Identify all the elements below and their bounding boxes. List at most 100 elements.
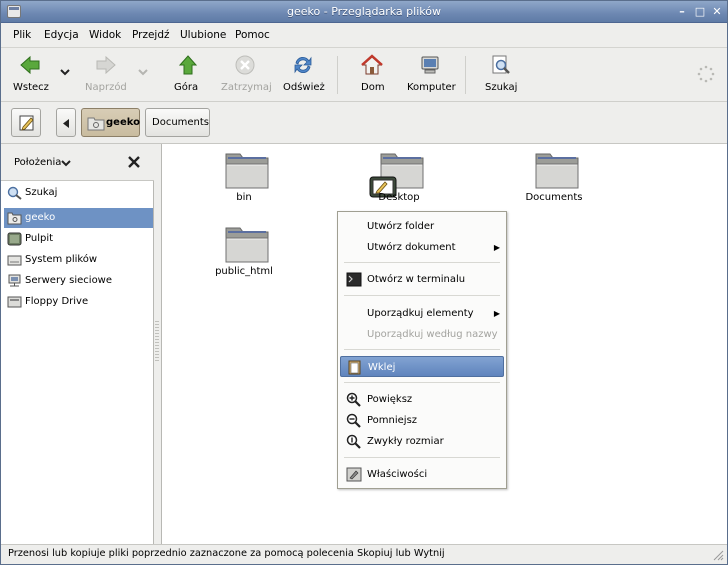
path-scroll-left-button[interactable] [56, 108, 76, 137]
path-crumb-documents[interactable]: Documents [145, 108, 210, 137]
folder-icon [535, 153, 579, 189]
edit-location-icon [19, 115, 34, 131]
stop-icon [235, 55, 255, 75]
search-icon [7, 186, 22, 200]
computer-label: Komputer [407, 82, 456, 93]
throbber-icon [697, 65, 715, 83]
floppy-icon [7, 296, 22, 308]
menu-separator [344, 382, 500, 383]
network-icon [8, 274, 21, 287]
chevron-down-icon[interactable] [61, 160, 71, 167]
sidebar-item-label: geeko [25, 212, 56, 223]
search-label: Szukaj [485, 82, 518, 93]
path-crumb-geeko[interactable]: geeko [81, 108, 140, 137]
toggle-location-entry-button[interactable] [11, 108, 41, 137]
menu-item-label: Zwykły rozmiar [367, 436, 444, 447]
menu-item-properties[interactable]: Właściwości [340, 464, 504, 485]
menu-item-label: Uporządkuj według nazwy [367, 329, 498, 340]
drive-icon [7, 255, 22, 266]
menu-item-label: Utwórz folder [367, 221, 435, 232]
menu-separator [344, 295, 500, 296]
menu-item-arrange-by-name[interactable]: Uporządkuj według nazwy [340, 324, 504, 345]
menu-item-label: Powiększ [367, 394, 413, 405]
menu-widok[interactable]: Widok [89, 29, 121, 41]
minimize-button[interactable]: – [675, 5, 689, 19]
zoom-in-icon [346, 392, 361, 407]
properties-icon [346, 467, 362, 482]
menu-bar: Plik Edycja Widok Przejdź Ulubione Pomoc [1, 23, 727, 48]
file-item-bin[interactable]: bin [194, 144, 294, 214]
file-name: Desktop [378, 192, 420, 203]
sidebar-item-desktop[interactable]: Pulpit [4, 229, 153, 249]
menu-edycja[interactable]: Edycja [44, 29, 79, 41]
maximize-button[interactable]: □ [693, 5, 707, 19]
menu-item-label: Wklej [368, 362, 396, 373]
file-item-documents[interactable]: Documents [504, 144, 604, 214]
title-bar[interactable]: geeko - Przeglądarka plików – □ ✕ [1, 1, 727, 23]
sidebar-item-label: Floppy Drive [25, 296, 89, 307]
menu-separator [344, 262, 500, 263]
menu-item-open-terminal[interactable]: Otwórz w terminalu [340, 269, 504, 290]
menu-item-label: Właściwości [367, 469, 428, 480]
menu-item-label: Utwórz dokument [367, 242, 456, 253]
file-name: Documents [525, 192, 583, 203]
menu-plik[interactable]: Plik [13, 29, 31, 41]
location-bar: geeko Documents [1, 102, 727, 144]
menu-item-zoom-out[interactable]: Pomniejsz [340, 410, 504, 431]
zoom-out-icon [346, 413, 361, 428]
menu-item-paste[interactable]: Wklej [340, 356, 504, 377]
window-title: geeko - Przeglądarka plików [287, 5, 441, 18]
up-label: Góra [174, 82, 199, 93]
menu-separator [344, 349, 500, 350]
sidebar-item-geeko[interactable]: geeko [4, 208, 153, 228]
file-manager-window: geeko - Przeglądarka plików – □ ✕ Plik E… [0, 0, 728, 565]
sidebar-item-filesystem[interactable]: System plików [4, 250, 153, 270]
stop-label: Zatrzymaj [221, 82, 272, 93]
forward-history-dropdown-icon[interactable] [138, 68, 148, 76]
file-name: bin [236, 192, 252, 203]
menu-item-create-document[interactable]: Utwórz dokument ▶ [340, 237, 504, 258]
up-arrow-icon [178, 55, 198, 75]
sidebar-item-floppy[interactable]: Floppy Drive [4, 292, 153, 312]
home-label: Dom [361, 82, 385, 93]
folder-icon [225, 153, 269, 189]
back-label: Wstecz [13, 82, 49, 93]
sidebar-resize-handle[interactable] [155, 321, 159, 363]
home-folder-icon [7, 212, 22, 225]
toolbar-separator [337, 56, 338, 94]
close-button[interactable]: ✕ [710, 5, 724, 19]
menu-item-arrange-items[interactable]: Uporządkuj elementy ▶ [340, 303, 504, 324]
menu-ulubione[interactable]: Ulubione [180, 29, 226, 41]
back-history-dropdown-icon[interactable] [60, 68, 70, 76]
sidebar-item-label: Pulpit [25, 233, 54, 244]
sidebar-header: Położenia [1, 144, 154, 181]
back-arrow-icon [20, 55, 40, 75]
terminal-icon [346, 272, 362, 287]
crumb-label: Documents [152, 117, 210, 128]
menu-item-zoom-in[interactable]: Powiększ [340, 389, 504, 410]
sidebar-type-selector[interactable]: Położenia [14, 157, 61, 168]
toolbar: Wstecz Naprzód Góra Zatrzymaj Odśwież Do… [1, 48, 727, 102]
zoom-original-icon [346, 434, 361, 449]
menu-item-normal-size[interactable]: Zwykły rozmiar [340, 431, 504, 452]
home-icon [361, 54, 383, 75]
sidebar-item-network[interactable]: Serwery sieciowe [4, 271, 153, 291]
forward-arrow-icon [96, 55, 116, 75]
menu-przejdz[interactable]: Przejdź [132, 29, 170, 41]
reload-label: Odśwież [283, 82, 325, 93]
menu-pomoc[interactable]: Pomoc [235, 29, 270, 41]
arrow-left-icon [63, 119, 69, 128]
status-bar: Przenosi lub kopiuje pliki poprzednio za… [1, 544, 727, 564]
resize-grip-icon[interactable] [713, 550, 724, 561]
sidebar-item-label: System plików [25, 254, 98, 265]
menu-item-label: Uporządkuj elementy [367, 308, 474, 319]
file-item-public-html[interactable]: public_html [194, 218, 294, 288]
submenu-arrow-icon: ▶ [493, 309, 500, 318]
file-item-desktop[interactable]: Desktop [349, 144, 449, 214]
menu-item-create-folder[interactable]: Utwórz folder [340, 216, 504, 237]
sidebar-item-label: Szukaj [25, 187, 58, 198]
desktop-icon [7, 232, 22, 246]
context-menu: Utwórz folder Utwórz dokument ▶ Otwórz w… [337, 211, 507, 489]
sidebar-item-search[interactable]: Szukaj [4, 183, 153, 203]
close-sidebar-icon[interactable] [128, 156, 140, 168]
